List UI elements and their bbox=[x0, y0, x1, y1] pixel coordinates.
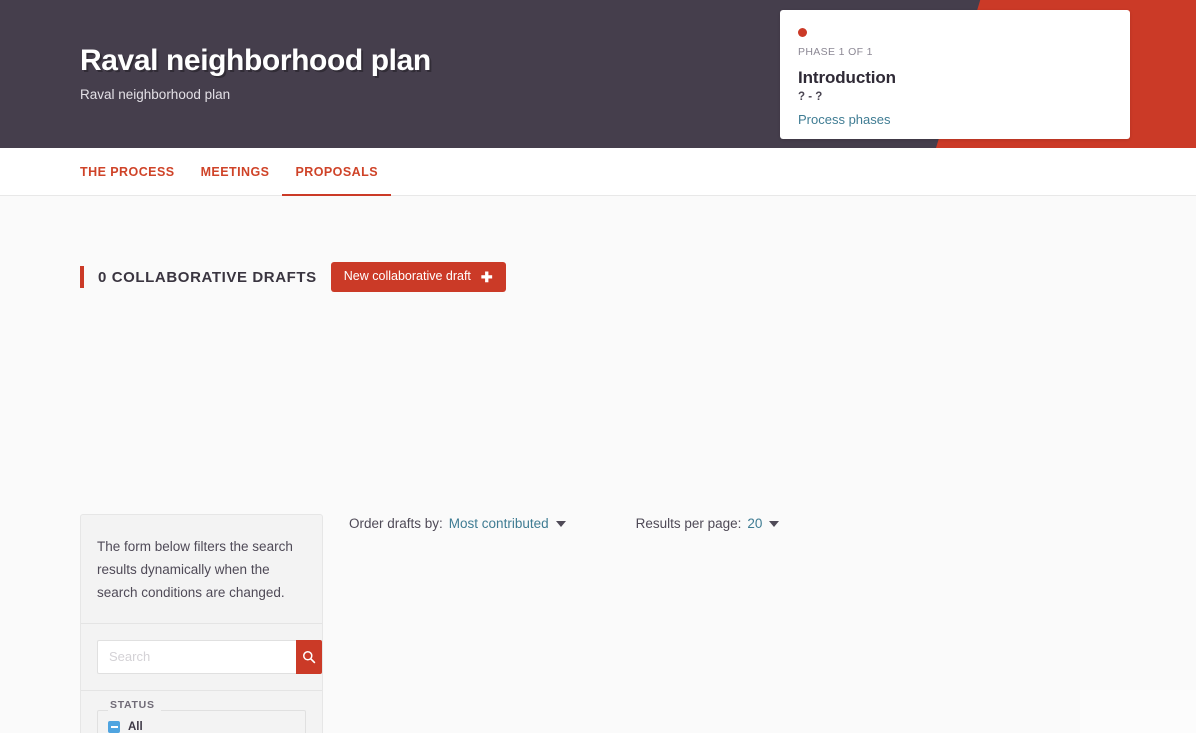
filters-panel: The form below filters the search result… bbox=[80, 514, 323, 733]
chevron-down-icon bbox=[769, 520, 780, 527]
filter-search-row bbox=[81, 624, 322, 691]
search-icon bbox=[303, 650, 316, 663]
results-toolbar: Order drafts by: Most contributed Result… bbox=[349, 516, 780, 531]
status-filter-group: STATUS All Open Withdrawn bbox=[97, 698, 306, 733]
page-hero: Raval neighborhood plan Raval neighborho… bbox=[0, 0, 1196, 148]
main-content: 0 COLLABORATIVE DRAFTS New collaborative… bbox=[0, 196, 1196, 733]
chevron-down-icon bbox=[555, 520, 566, 527]
checkbox-indeterminate-icon[interactable] bbox=[108, 721, 120, 733]
section-header: 0 COLLABORATIVE DRAFTS New collaborative… bbox=[80, 262, 506, 292]
corner-ghost-element bbox=[1080, 690, 1196, 733]
status-option-label: All bbox=[128, 721, 143, 733]
results-per-page-value: 20 bbox=[747, 516, 763, 531]
tab-proposals[interactable]: PROPOSALS bbox=[282, 148, 391, 197]
order-by-value: Most contributed bbox=[448, 516, 549, 531]
page-subtitle: Raval neighborhood plan bbox=[80, 87, 231, 102]
phase-count-label: PHASE 1 OF 1 bbox=[798, 46, 873, 58]
phase-card: PHASE 1 OF 1 Introduction ? - ? Process … bbox=[780, 10, 1130, 139]
page-title: Raval neighborhood plan bbox=[80, 44, 431, 77]
order-by-label: Order drafts by: bbox=[349, 516, 443, 531]
status-option-all[interactable]: All bbox=[108, 717, 295, 733]
new-draft-label: New collaborative draft bbox=[343, 269, 471, 284]
new-collaborative-draft-button[interactable]: New collaborative draft ✚ bbox=[330, 262, 506, 292]
search-submit-button[interactable] bbox=[296, 639, 322, 674]
phase-name: Introduction bbox=[798, 68, 896, 87]
filters-help-text: The form below filters the search result… bbox=[81, 515, 322, 624]
search-input[interactable] bbox=[97, 639, 296, 674]
hero-text-block: Raval neighborhood plan Raval neighborho… bbox=[80, 44, 431, 103]
main-navigation-tabs: THE PROCESS MEETINGS PROPOSALS bbox=[0, 148, 1196, 197]
order-by-dropdown[interactable]: Most contributed bbox=[449, 516, 566, 531]
plus-icon: ✚ bbox=[480, 269, 493, 285]
tab-the-process[interactable]: THE PROCESS bbox=[80, 148, 188, 196]
process-phases-link[interactable]: Process phases bbox=[798, 112, 891, 127]
section-accent-rule bbox=[80, 266, 84, 288]
results-per-page-dropdown[interactable]: 20 bbox=[747, 516, 780, 531]
tab-meetings[interactable]: MEETINGS bbox=[188, 148, 283, 196]
drafts-count-title: 0 COLLABORATIVE DRAFTS bbox=[98, 268, 317, 286]
results-per-page-label: Results per page: bbox=[635, 516, 742, 531]
status-filter-legend: STATUS bbox=[108, 698, 161, 711]
status-dot-icon bbox=[798, 28, 807, 37]
phase-dates: ? - ? bbox=[798, 91, 823, 103]
